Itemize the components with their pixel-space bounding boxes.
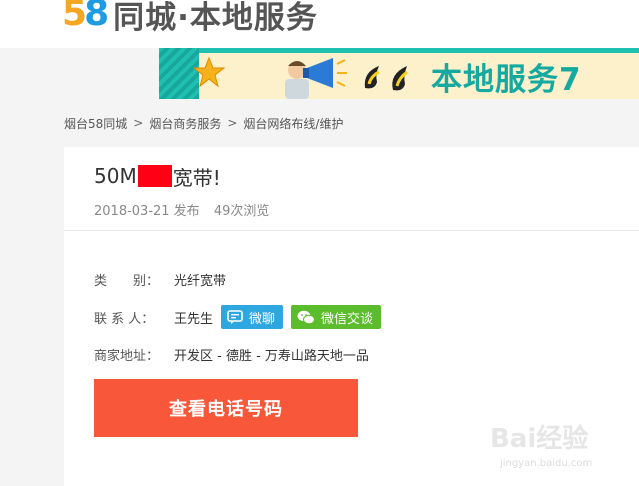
chat-bubble-icon: [227, 310, 243, 324]
breadcrumb-separator: >: [227, 116, 238, 130]
post-date: 2018-03-21 发布: [94, 204, 200, 219]
wechat-icon: [297, 310, 316, 324]
wechat-button[interactable]: 微信交谈: [291, 305, 382, 329]
banner-title: 本地服务7: [431, 62, 582, 98]
breadcrumb-item-city[interactable]: 烟台58同城: [64, 115, 127, 132]
watermark-url: jingyan.baidu.com: [500, 458, 593, 469]
banner-topline: [199, 48, 639, 53]
site-logo[interactable]: 5 8 同城·本地服务: [62, 0, 318, 36]
contact-row: 联 系 人： 王先生 微聊 微信交谈: [94, 305, 382, 329]
logo-text: 同城·本地服务: [113, 0, 318, 36]
category-label: 类 别：: [94, 273, 160, 289]
post-title: 50M 宽带!: [94, 161, 221, 191]
post-title-suffix: 宽带!: [172, 165, 221, 190]
logo-number: 5 8: [62, 0, 109, 32]
category-row: 类 别： 光纤宽带: [94, 267, 226, 291]
star-icon: [193, 56, 225, 88]
contact-name: 王先生: [174, 311, 214, 327]
breadcrumb-separator: >: [133, 116, 144, 130]
wechat-button-label: 微信交谈: [321, 311, 374, 327]
address-row: 商家地址： 开发区 - 德胜 - 万寿山路天地一品: [94, 342, 369, 366]
watermark-logo: Bai经验: [490, 424, 589, 454]
category-value: 光纤宽带: [174, 273, 227, 289]
address-label: 商家地址：: [94, 348, 160, 364]
baidu-jingyan-watermark: Bai经验 jingyan.baidu.com: [490, 418, 610, 476]
chat-button-label: 微聊: [249, 311, 276, 327]
top-header: 5 8 同城·本地服务: [0, 0, 639, 48]
promo-banner[interactable]: 本地服务7: [159, 48, 639, 99]
breadcrumb-item-network[interactable]: 烟台网络布线/维护: [243, 115, 343, 132]
post-views: 49次浏览: [213, 204, 270, 219]
megaphone-person-icon: [285, 58, 347, 99]
contact-label: 联 系 人：: [94, 311, 155, 327]
view-phone-button[interactable]: 查看电话号码: [94, 379, 358, 437]
breadcrumb: 烟台58同城 > 烟台商务服务 > 烟台网络布线/维护: [64, 114, 343, 132]
quote-marks-icon: [364, 66, 408, 91]
redaction-block: [137, 165, 172, 187]
breadcrumb-item-business[interactable]: 烟台商务服务: [149, 115, 221, 132]
logo-digit-8: 8: [84, 0, 110, 34]
chat-button[interactable]: 微聊: [221, 305, 284, 329]
post-title-prefix: 50M: [94, 164, 137, 188]
post-meta: 2018-03-21 发布 49次浏览: [94, 200, 269, 219]
divider: [64, 230, 639, 231]
address-value: 开发区 - 德胜 - 万寿山路天地一品: [174, 348, 369, 364]
